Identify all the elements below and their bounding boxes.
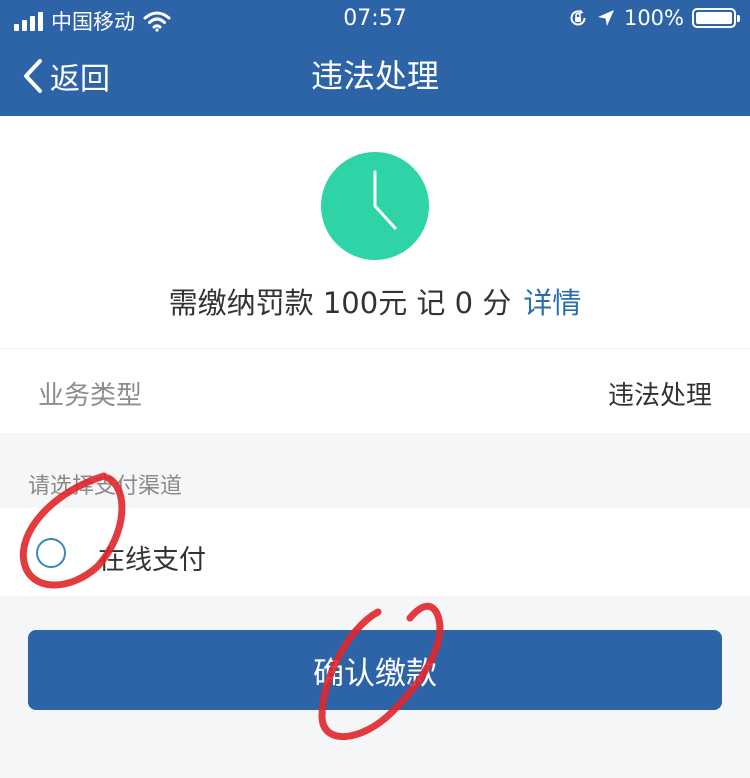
fine-summary: 需缴纳罚款 100元 记 0 分详情	[0, 116, 750, 348]
clock-icon	[321, 152, 429, 260]
detail-link[interactable]: 详情	[523, 286, 581, 320]
location-arrow-icon	[597, 10, 614, 26]
battery-icon	[692, 8, 740, 28]
fine-text: 需缴纳罚款 100元 记 0 分	[168, 286, 512, 320]
confirm-payment-button[interactable]: 确认缴款	[28, 630, 722, 710]
online-payment-option[interactable]: 在线支付	[0, 508, 750, 596]
online-payment-label: 在线支付	[98, 545, 206, 576]
fine-info: 需缴纳罚款 100元 记 0 分详情	[0, 280, 750, 322]
page-title: 违法处理	[310, 57, 439, 95]
payment-channel-title: 请选择支付渠道	[28, 474, 183, 499]
business-type-value: 违法处理	[607, 381, 712, 411]
business-type-row: 业务类型 违法处理	[0, 348, 750, 433]
payment-radio[interactable]	[36, 538, 66, 568]
app-header: 中国移动 07:57 100% 返回 违法处理	[0, 0, 750, 116]
status-bar: 中国移动 07:57 100%	[0, 0, 750, 40]
rotation-lock-icon	[570, 9, 586, 26]
status-right: 100%	[568, 6, 740, 30]
business-type-label: 业务类型	[38, 381, 143, 411]
battery-percent: 100%	[623, 6, 684, 30]
